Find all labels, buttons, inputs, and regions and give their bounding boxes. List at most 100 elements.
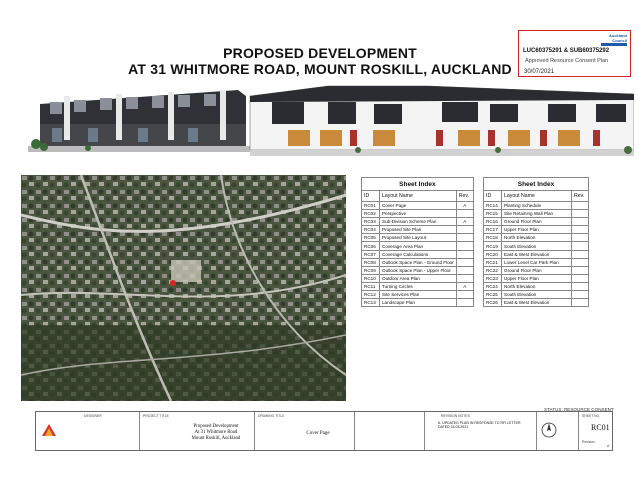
consent-reference: LUC60375291 & SUB60375292 <box>523 48 610 54</box>
table-cell-name: Coverage Area Plan <box>379 241 457 251</box>
table-cell-name: Site Retaining Wall Plan <box>501 209 572 219</box>
table-cell-name: North Elevation <box>501 233 572 243</box>
table-cell-id: RC07 <box>361 249 380 259</box>
table-row: RC05 Proposed Site Layout <box>361 233 474 243</box>
table-row: RC22 Ground Floor Plan <box>483 265 589 275</box>
table-cell-rev <box>571 200 589 211</box>
table-cell-name: North Elevation <box>501 281 572 292</box>
table-cell-id: RC12 <box>361 290 380 300</box>
sheet-index-table-left: Sheet Index ID Layout Name Rev. RC01 Cove… <box>361 177 474 308</box>
project-title: Proposed Development At 31 Whitmore Road… <box>191 424 241 441</box>
table-cell-name: Proposed Site Layout <box>379 233 457 243</box>
table-cell-name: Upper Floor Plan <box>501 225 572 235</box>
table-cell-name: Coverage Calculations <box>379 249 457 259</box>
table-row: RC06 Coverage Area Plan <box>361 241 474 251</box>
table-cell-name: Proposed Site Plan <box>379 225 457 235</box>
perspective-render <box>28 80 634 162</box>
table-cell-rev <box>455 249 474 259</box>
table-cell-rev <box>455 290 474 300</box>
table-row: RC02 Perspective <box>361 209 474 219</box>
table-row: RC20 East & West Elevation <box>483 249 589 259</box>
table-cell-id: RC15 <box>483 209 502 219</box>
table-cell-rev <box>571 281 589 292</box>
table-row: RC14 Planting Schedule <box>483 200 589 211</box>
title-block: DESIGNER PROJECT TITLE Proposed Developm… <box>35 411 613 451</box>
table-row: RC18 North Elevation <box>483 233 589 243</box>
table-cell-name: Lower Level Car Park Plan <box>501 257 572 267</box>
table-cell-name: Ground Floor Plan <box>501 217 572 227</box>
table-row: RC11 Turning Circles A <box>361 281 474 292</box>
table-row: RC03 Sub-Division Scheme Plan A <box>361 217 474 227</box>
table-cell-rev <box>571 290 589 300</box>
table-cell-rev: A <box>455 200 474 211</box>
consent-label: Approved Resource Consent Plan <box>525 58 609 64</box>
table-row: RC21 Lower Level Car Park Plan <box>483 257 589 267</box>
table-cell-id: RC13 <box>361 298 380 308</box>
drawing-title: Cover Page <box>306 431 330 436</box>
table-cell-rev <box>571 241 589 251</box>
table-row: RC09 Outlook Space Plan - Upper Floor <box>361 265 474 275</box>
site-marker-icon <box>170 280 176 286</box>
table-cell-rev <box>455 241 474 251</box>
table-cell-id: RC16 <box>483 217 502 227</box>
column-header: Layout Name <box>501 190 572 202</box>
north-arrow-icon <box>541 422 557 438</box>
table-row: RC07 Coverage Calculations <box>361 249 474 259</box>
table-cell-id: RC26 <box>483 298 502 308</box>
table-row: RC15 Site Retaining Wall Plan <box>483 209 589 219</box>
column-header: ID <box>483 190 502 202</box>
table-cell-name: Outlook Space Plan - Upper Floor <box>379 265 457 275</box>
table-cell-rev <box>571 209 589 219</box>
revisions-cell: REVISION NOTES <box>425 412 537 450</box>
table-row: RC01 Cover Page A <box>361 200 474 211</box>
table-cell-id: RC23 <box>483 273 502 283</box>
table-cell-name: Site Services Plan <box>379 290 457 300</box>
table-cell-rev <box>571 225 589 235</box>
table-cell-id: RC04 <box>361 225 380 235</box>
table-row: RC08 Outlook Space Plan - Ground Floor <box>361 257 474 267</box>
column-header: Layout Name <box>379 190 457 202</box>
table-cell-id: RC24 <box>483 281 502 292</box>
table-cell-name: East & West Elevation <box>501 249 572 259</box>
table-cell-rev <box>571 298 589 308</box>
table-row: RC23 Upper Floor Plan <box>483 273 589 283</box>
revision-note: A UPDATED PLAN IN RESPONSE TO RFI LETTER… <box>438 421 521 429</box>
table-cell-id: RC01 <box>361 200 380 211</box>
council-logo-icon: Auckland Council <box>601 33 627 46</box>
designer-cell: DESIGNER <box>36 412 140 450</box>
table-cell-id: RC08 <box>361 257 380 267</box>
table-cell-name: South Elevation <box>501 241 572 251</box>
table-cell-id: RC17 <box>483 225 502 235</box>
sheet-index-heading: Sheet Index <box>483 177 589 191</box>
table-cell-rev <box>571 273 589 283</box>
table-cell-rev <box>455 265 474 275</box>
company-logo-icon <box>42 424 56 436</box>
table-cell-id: RC05 <box>361 233 380 243</box>
column-header: ID <box>361 190 380 202</box>
table-cell-id: RC18 <box>483 233 502 243</box>
table-cell-rev <box>455 257 474 267</box>
table-cell-id: RC02 <box>361 209 380 219</box>
page-title: PROPOSED DEVELOPMENT <box>223 45 417 61</box>
table-cell-rev <box>455 233 474 243</box>
table-cell-name: Planting Schedule <box>501 200 572 211</box>
aerial-map-image <box>21 175 346 401</box>
table-cell-name: Turning Circles <box>379 281 457 292</box>
table-row: RC19 South Elevation <box>483 241 589 251</box>
table-cell-name: Sub-Division Scheme Plan <box>379 217 457 227</box>
table-cell-name: South Elevation <box>501 290 572 300</box>
sheet-index-heading: Sheet Index <box>361 177 474 191</box>
sheet-index-table-right: Sheet Index ID Layout Name Rev. RC14 Plan… <box>483 177 589 308</box>
table-cell-rev <box>571 257 589 267</box>
table-row: RC24 North Elevation <box>483 281 589 292</box>
table-cell-rev: A <box>455 281 474 292</box>
page-subtitle: AT 31 WHITMORE ROAD, MOUNT ROSKILL, AUCK… <box>128 61 512 77</box>
table-cell-name: Cover Page <box>379 200 457 211</box>
table-cell-id: RC11 <box>361 281 380 292</box>
table-cell-rev <box>455 225 474 235</box>
table-cell-name: Outlook Space Plan - Ground Floor <box>379 257 457 267</box>
table-row: RC04 Proposed Site Plan <box>361 225 474 235</box>
north-arrow-cell <box>537 412 579 450</box>
table-cell-name: Perspective <box>379 209 457 219</box>
notes-cell <box>355 412 425 450</box>
